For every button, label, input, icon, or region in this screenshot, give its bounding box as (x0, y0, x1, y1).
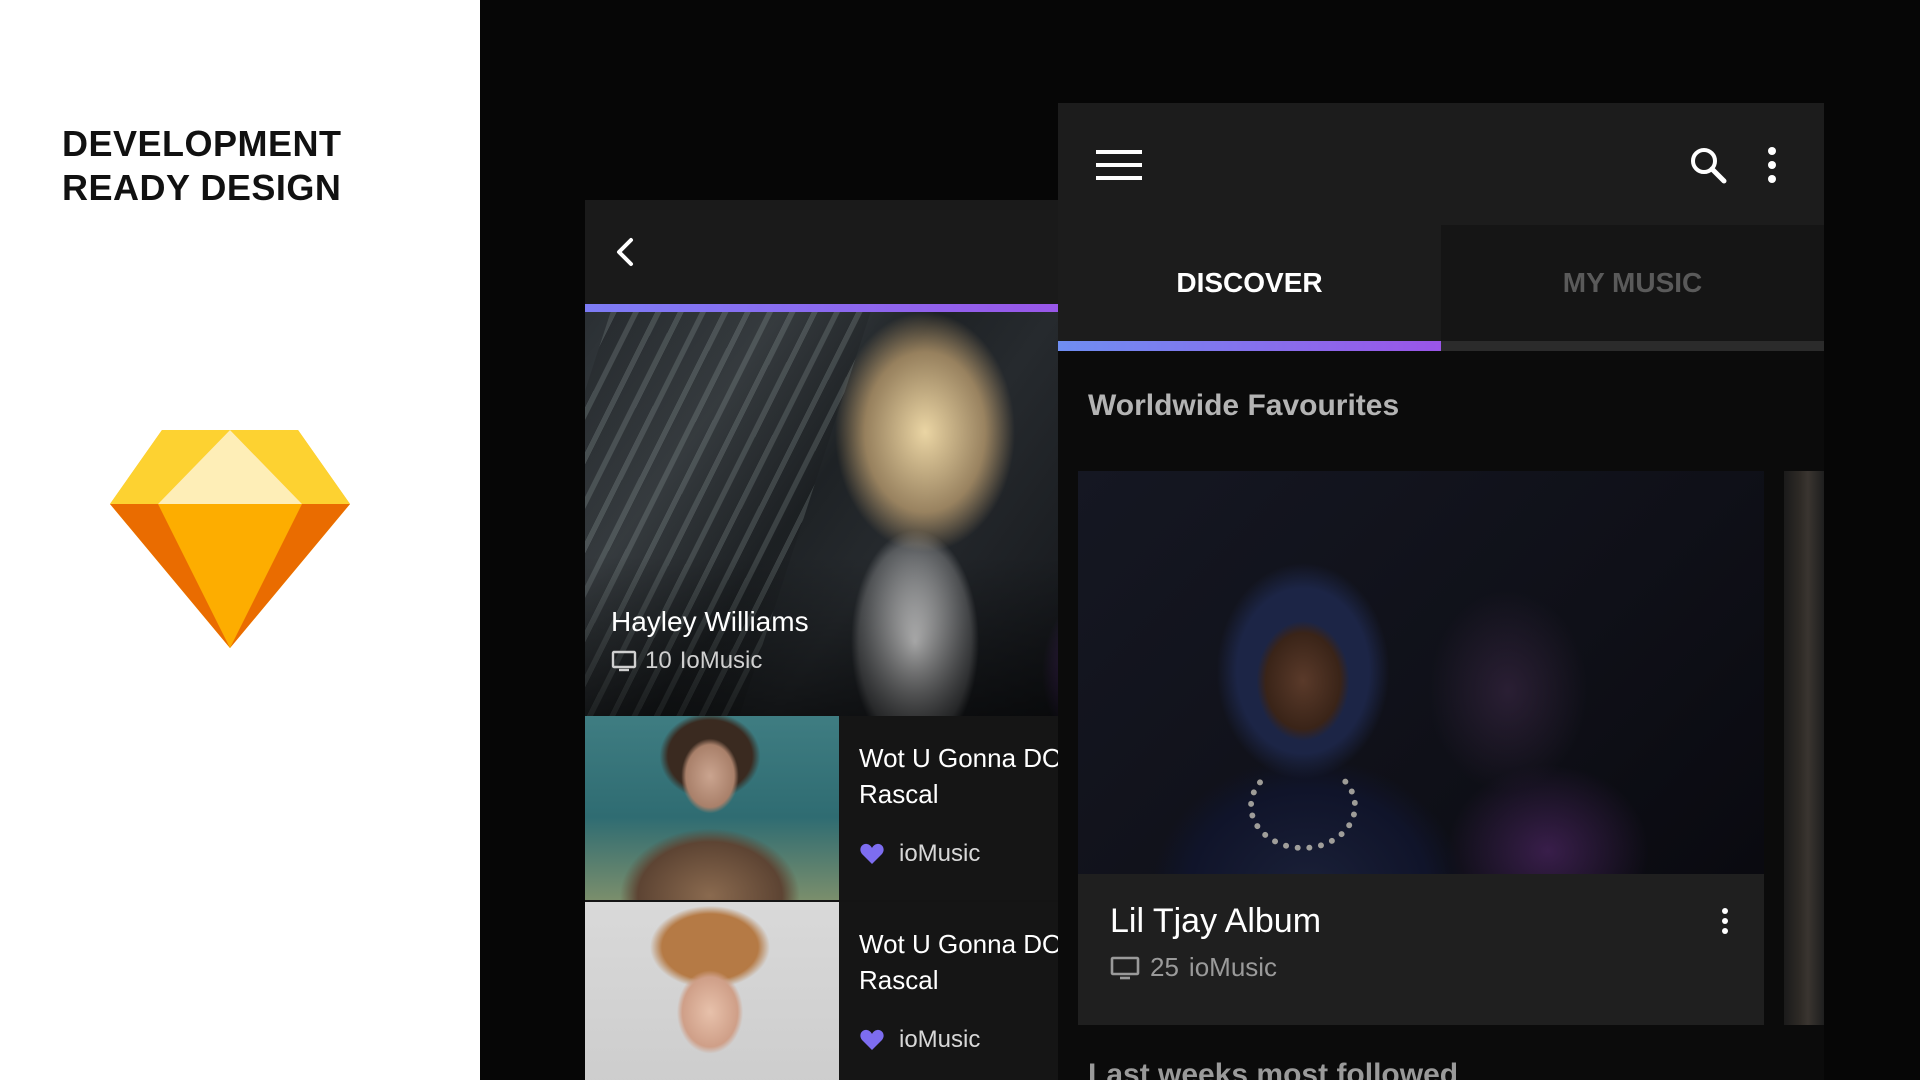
album-artwork-detail (1248, 761, 1358, 851)
track-title: Wot U Gonna DO Rascal (859, 740, 1085, 812)
artist-app-bar (585, 200, 1085, 304)
track-title-line-1: Wot U Gonna DO (859, 929, 1063, 959)
artist-source: IoMusic (679, 647, 763, 674)
track-title-line-2: Rascal (859, 779, 939, 809)
artist-meta: 10 IoMusic (611, 647, 762, 675)
album-meta: 25 ioMusic (1110, 952, 1277, 983)
discover-screen: DISCOVER MY MUSIC Worldwide Favourites L… (1058, 103, 1824, 1080)
track-title-line-1: Wot U Gonna DO (859, 743, 1063, 773)
next-album-card[interactable] (1784, 471, 1824, 1025)
search-icon[interactable] (1688, 145, 1728, 185)
artist-hero[interactable]: Hayley Williams 10 IoMusic (585, 312, 1085, 716)
tv-icon (611, 650, 637, 672)
album-card[interactable]: Lil Tjay Album 25 ioMusic (1078, 471, 1764, 1025)
tab-bar: DISCOVER MY MUSIC (1058, 225, 1824, 341)
tv-icon (1110, 956, 1140, 979)
discover-app-bar (1058, 103, 1824, 225)
track-meta: ioMusic (859, 1026, 980, 1054)
section-title: Worldwide Favourites (1088, 389, 1400, 422)
sketch-diamond-icon (110, 430, 350, 648)
artist-count: 10 (645, 647, 672, 674)
hamburger-menu-icon[interactable] (1094, 147, 1144, 183)
tab-indicator (1058, 341, 1441, 351)
album-title: Lil Tjay Album (1110, 902, 1322, 940)
artist-screen: Hayley Williams 10 IoMusic Wot U Gonna D… (585, 200, 1085, 1080)
back-button[interactable] (607, 234, 643, 270)
promo-title-line-1: DEVELOPMENT (62, 123, 342, 164)
track-title-line-2: Rascal (859, 965, 939, 995)
promo-panel: DEVELOPMENT READY DESIGN (0, 0, 480, 1080)
track-source: ioMusic (899, 840, 981, 867)
more-vertical-icon[interactable] (1718, 906, 1732, 936)
album-count: 25 (1150, 952, 1179, 982)
list-item[interactable]: Wot U Gonna DO Rascal ioMusic (585, 902, 1085, 1080)
track-source: ioMusic (899, 1026, 981, 1053)
track-thumbnail (585, 716, 839, 900)
heart-icon[interactable] (859, 1028, 885, 1052)
tab-my-music[interactable]: MY MUSIC (1441, 225, 1824, 341)
accent-line (585, 304, 1085, 312)
album-source: ioMusic (1188, 952, 1278, 982)
album-info: Lil Tjay Album 25 ioMusic (1078, 874, 1764, 1025)
promo-title-line-2: READY DESIGN (62, 167, 342, 208)
promo-title: DEVELOPMENT READY DESIGN (62, 122, 422, 210)
track-thumbnail (585, 902, 839, 1080)
list-item[interactable]: Wot U Gonna DO Rascal ioMusic (585, 716, 1085, 900)
showcase-stage: Hayley Williams 10 IoMusic Wot U Gonna D… (480, 0, 1920, 1080)
chevron-left-icon (617, 238, 633, 266)
track-title: Wot U Gonna DO Rascal (859, 926, 1085, 998)
album-artwork (1078, 471, 1764, 874)
section-title-next: Last weeks most followed (1088, 1058, 1459, 1080)
more-vertical-icon[interactable] (1762, 145, 1782, 185)
heart-icon[interactable] (859, 842, 885, 866)
track-meta: ioMusic (859, 840, 980, 868)
tab-discover[interactable]: DISCOVER (1058, 225, 1441, 341)
artist-name: Hayley Williams (611, 606, 809, 637)
